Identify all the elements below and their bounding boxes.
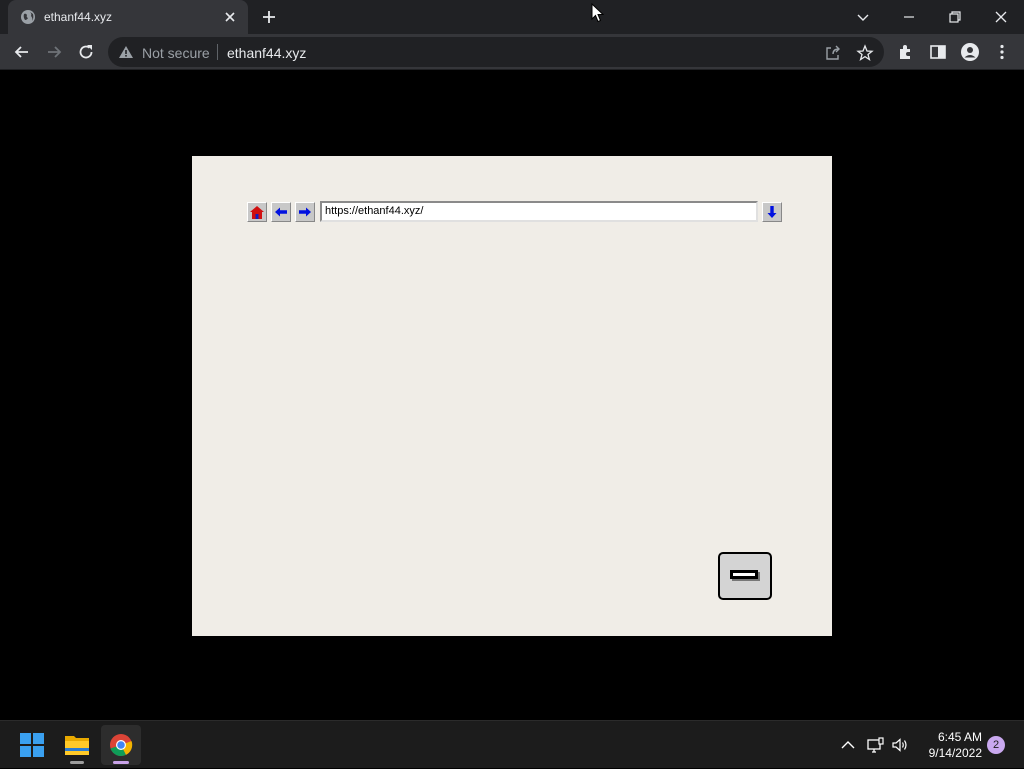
browser-toolbar: Not secure ethanf44.xyz <box>0 34 1024 70</box>
running-indicator <box>70 761 84 764</box>
volume-icon[interactable] <box>890 735 910 755</box>
tab-title: ethanf44.xyz <box>44 10 113 24</box>
tab-search-icon[interactable] <box>852 6 874 28</box>
windows-logo-icon <box>20 733 44 757</box>
forward-icon[interactable] <box>43 41 65 63</box>
address-bar[interactable]: Not secure ethanf44.xyz <box>108 37 884 67</box>
active-indicator <box>113 761 129 764</box>
chrome-taskbar-button[interactable] <box>101 725 141 765</box>
minimize-window-icon[interactable] <box>898 6 920 28</box>
file-explorer-button[interactable] <box>57 725 97 765</box>
reload-icon[interactable] <box>75 41 97 63</box>
bookmark-star-icon[interactable] <box>856 44 874 62</box>
new-tab-icon[interactable] <box>259 7 279 27</box>
back-arrow-icon <box>275 207 287 217</box>
emulated-browser-window: https://ethanf44.xyz/ <box>192 156 832 636</box>
home-button[interactable] <box>247 202 267 222</box>
taskbar: 6:45 AM 9/14/2022 2 <box>0 720 1024 768</box>
close-window-icon[interactable] <box>990 6 1012 28</box>
app-url-input[interactable]: https://ethanf44.xyz/ <box>320 201 758 222</box>
browser-tab[interactable]: ethanf44.xyz <box>8 0 248 34</box>
minimize-icon <box>730 570 758 579</box>
mouse-cursor-icon <box>591 3 605 23</box>
back-button[interactable] <box>271 202 291 222</box>
share-icon[interactable] <box>824 44 842 62</box>
profile-icon[interactable] <box>960 42 980 62</box>
browser-titlebar: ethanf44.xyz <box>0 0 1024 34</box>
go-down-arrow-icon <box>767 206 777 218</box>
folder-icon <box>65 736 89 755</box>
home-icon <box>250 206 264 219</box>
clock-time: 6:45 AM <box>937 730 982 744</box>
page-viewport: https://ethanf44.xyz/ <box>0 71 1024 720</box>
system-clock[interactable]: 6:45 AM 9/14/2022 <box>916 729 982 761</box>
go-button[interactable] <box>762 202 782 222</box>
back-icon[interactable] <box>11 41 33 63</box>
start-button[interactable] <box>12 725 52 765</box>
url-text[interactable]: ethanf44.xyz <box>227 45 306 61</box>
chrome-icon <box>110 734 133 757</box>
chevron-up-icon[interactable] <box>838 735 858 755</box>
side-panel-icon[interactable] <box>928 42 948 62</box>
menu-kebab-icon[interactable] <box>992 42 1012 62</box>
security-status[interactable]: Not secure <box>142 45 210 61</box>
extensions-icon[interactable] <box>896 42 916 62</box>
network-icon[interactable] <box>865 735 885 755</box>
warning-icon[interactable] <box>118 45 134 59</box>
notification-badge[interactable]: 2 <box>987 736 1005 754</box>
minimize-app-button[interactable] <box>718 552 772 600</box>
globe-icon <box>21 10 35 24</box>
divider <box>217 44 218 60</box>
close-tab-icon[interactable] <box>222 9 238 25</box>
restore-window-icon[interactable] <box>944 6 966 28</box>
clock-date: 9/14/2022 <box>928 746 982 760</box>
forward-button[interactable] <box>295 202 315 222</box>
forward-arrow-icon <box>299 207 311 217</box>
